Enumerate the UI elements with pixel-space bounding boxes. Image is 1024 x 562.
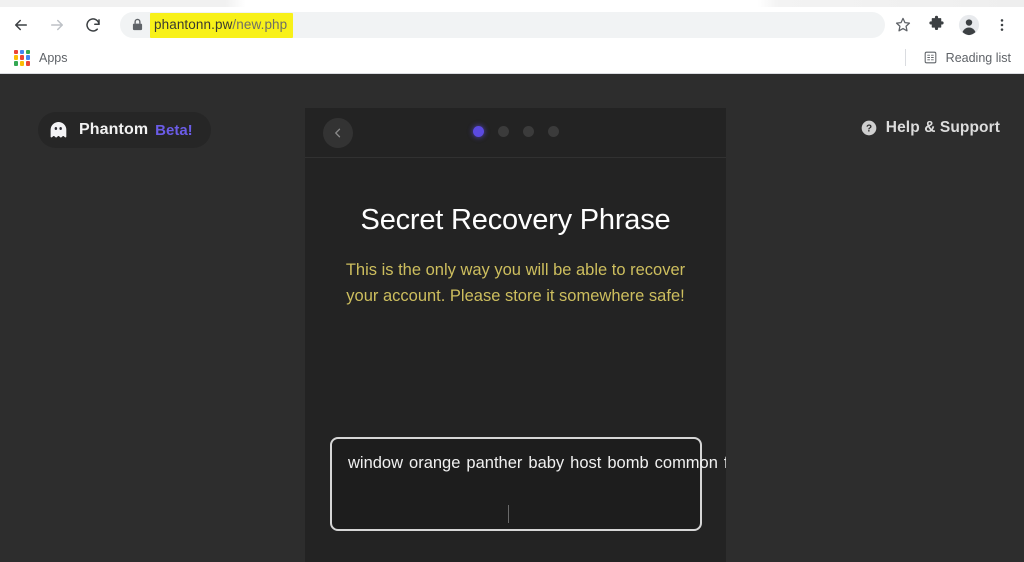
recovery-phrase-words: window orange panther baby host bomb common fro…: [348, 453, 726, 474]
phantom-beta-label: Beta!: [155, 121, 193, 139]
apps-grid-icon: [14, 49, 30, 66]
puzzle-piece-icon: [928, 15, 944, 31]
three-dot-menu-icon: [1000, 18, 1004, 31]
step-indicator: [305, 126, 726, 137]
onboarding-card: Secret Recovery Phrase This is the only …: [305, 108, 726, 562]
recovery-word: orange: [409, 454, 461, 472]
reload-button[interactable]: [78, 10, 108, 40]
reading-list-icon: [924, 51, 937, 64]
browser-toolbar: phantonn.pw/new.php: [0, 7, 1024, 42]
reading-list-button[interactable]: Reading list: [918, 47, 1016, 68]
star-icon: [895, 17, 911, 31]
recovery-word: window: [348, 454, 404, 472]
bookmarks-divider: [904, 49, 906, 66]
page-content: Phantom Beta! ? Help & Support Secret Re…: [0, 74, 1024, 562]
user-avatar-icon: [958, 14, 980, 35]
recovery-phrase-box[interactable]: window orange panther baby host bomb common fro…: [330, 437, 726, 531]
profile-button[interactable]: [954, 10, 984, 40]
page-title: Secret Recovery Phrase: [360, 204, 671, 236]
browser-menu-button[interactable]: [987, 10, 1017, 40]
recovery-word: panther: [466, 454, 523, 472]
bookmarks-bar: Apps Reading list: [0, 42, 1024, 74]
arrow-right-icon: [51, 19, 63, 30]
apps-label: Apps: [39, 50, 68, 65]
svg-text:?: ?: [866, 124, 872, 135]
card-header: [305, 108, 726, 158]
url-text-wrap: phantonn.pw/new.php: [150, 12, 294, 38]
phantom-brand-badge[interactable]: Phantom Beta!: [38, 112, 211, 148]
recovery-word: host: [570, 454, 602, 472]
step-dot-3: [522, 126, 534, 137]
address-bar[interactable]: phantonn.pw/new.php: [120, 11, 885, 38]
tab-strip: [0, 0, 1024, 7]
phantom-brand-name: Phantom: [79, 121, 149, 138]
reload-icon: [86, 17, 100, 32]
step-dot-2: [497, 126, 509, 137]
bookmark-button[interactable]: [888, 10, 918, 40]
lock-icon: [132, 18, 143, 31]
text-cursor: [508, 505, 509, 523]
recovery-word: baby: [528, 454, 565, 472]
browser-window: phantonn.pw/new.php Apps Reading list Ph…: [0, 0, 1024, 562]
recovery-word: bomb: [607, 454, 649, 472]
extensions-button[interactable]: [921, 10, 951, 40]
url-path: /new.php: [232, 16, 288, 32]
warning-text: This is the only way you will be able to…: [345, 261, 686, 305]
recovery-word: frown: [724, 454, 726, 472]
question-mark-circle-icon: ?: [861, 120, 877, 136]
url-text: phantonn.pw/new.php: [154, 17, 287, 32]
phantom-ghost-icon: [50, 121, 67, 137]
arrow-left-icon: [15, 19, 27, 30]
step-dot-4: [547, 126, 559, 137]
apps-shortcut[interactable]: Apps: [8, 47, 74, 69]
reading-list-label: Reading list: [945, 50, 1011, 65]
forward-button[interactable]: [42, 10, 72, 40]
back-button[interactable]: [6, 10, 36, 40]
bookmarks-bar-right: Reading list: [904, 47, 1024, 68]
help-and-support-link[interactable]: ? Help & Support: [861, 119, 1000, 137]
url-host: phantonn.pw: [154, 16, 233, 32]
recovery-word: common: [654, 454, 718, 472]
help-and-support-label: Help & Support: [885, 119, 1000, 136]
browser-chrome: phantonn.pw/new.php Apps Reading list: [0, 0, 1024, 74]
step-dot-1: [472, 126, 484, 137]
toolbar-right-actions: [885, 10, 1024, 40]
